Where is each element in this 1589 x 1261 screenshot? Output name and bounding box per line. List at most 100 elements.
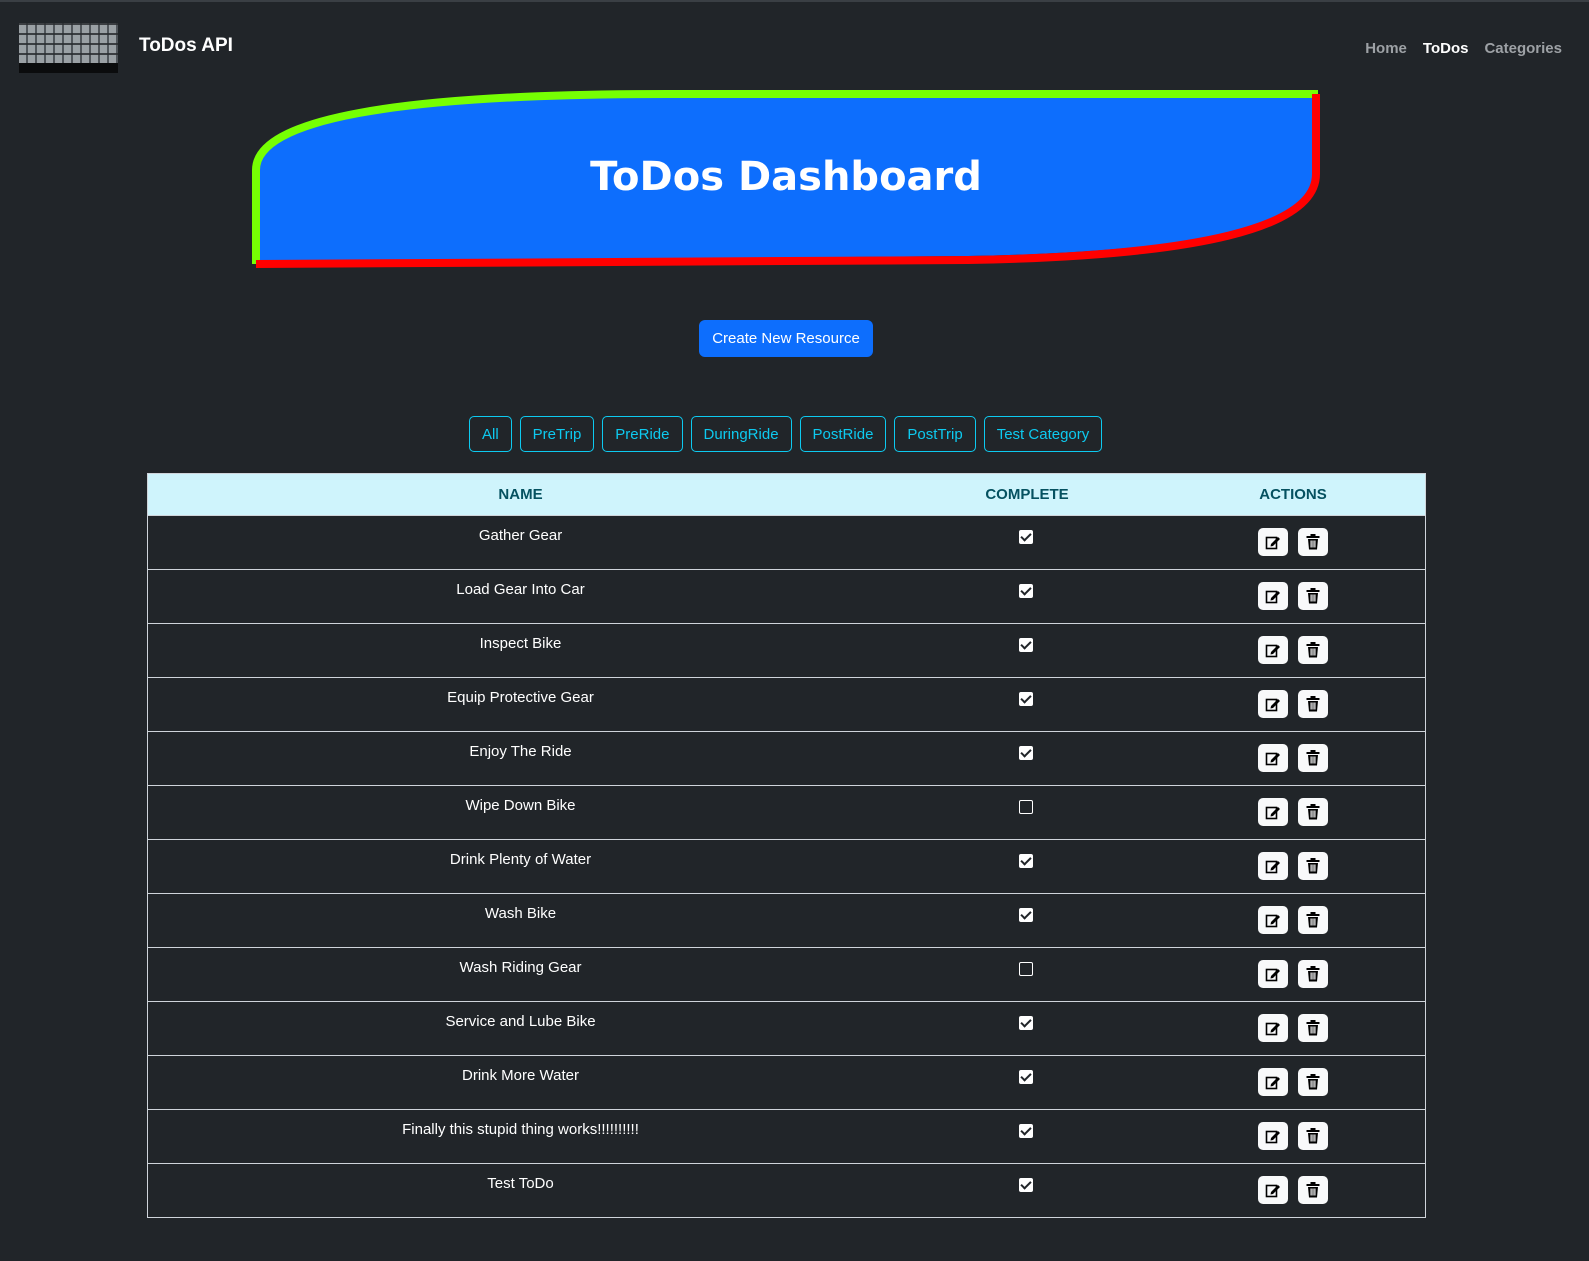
table-row: Inspect Bike — [148, 623, 1425, 677]
trash-icon — [1306, 642, 1320, 658]
edit-button[interactable] — [1258, 906, 1288, 934]
table-body: Gather Gear Load Gear Into Car Inspect Bik… — [148, 515, 1425, 1217]
filter-test-category[interactable]: Test Category — [983, 416, 1103, 452]
complete-checkbox[interactable] — [1019, 908, 1033, 922]
page-title: ToDos Dashboard — [590, 154, 982, 200]
edit-icon — [1265, 966, 1281, 982]
complete-checkbox[interactable] — [1019, 584, 1033, 598]
edit-icon — [1265, 1182, 1281, 1198]
delete-button[interactable] — [1298, 1068, 1328, 1096]
todo-name: Test ToDo — [487, 1175, 554, 1192]
filter-all[interactable]: All — [469, 416, 512, 452]
edit-icon — [1265, 1128, 1281, 1144]
todo-name: Load Gear Into Car — [456, 581, 585, 598]
table-row: Load Gear Into Car — [148, 569, 1425, 623]
filter-pretrip[interactable]: PreTrip — [519, 416, 595, 452]
edit-icon — [1265, 588, 1281, 604]
table-row: Equip Protective Gear — [148, 677, 1425, 731]
nav-home[interactable]: Home — [1365, 40, 1407, 57]
todo-name: Equip Protective Gear — [447, 689, 594, 706]
edit-icon — [1265, 1074, 1281, 1090]
delete-button[interactable] — [1298, 636, 1328, 664]
nav-todos[interactable]: ToDos — [1423, 40, 1469, 57]
trash-icon — [1306, 966, 1320, 982]
filter-preride[interactable]: PreRide — [602, 416, 683, 452]
todo-name: Drink Plenty of Water — [449, 851, 592, 868]
trash-icon — [1306, 696, 1320, 712]
edit-button[interactable] — [1258, 798, 1288, 826]
complete-checkbox[interactable] — [1019, 1124, 1033, 1138]
complete-checkbox[interactable] — [1019, 638, 1033, 652]
table-row: Finally this stupid thing works!!!!!!!!!… — [148, 1109, 1425, 1163]
create-new-resource-button[interactable]: Create New Resource — [699, 320, 873, 357]
table-header: NAME COMPLETE ACTIONS — [148, 474, 1425, 515]
complete-checkbox[interactable] — [1019, 530, 1033, 544]
todo-name: Drink More Water — [462, 1067, 579, 1084]
brand-title[interactable]: ToDos API — [139, 35, 233, 57]
delete-button[interactable] — [1298, 582, 1328, 610]
nav-categories[interactable]: Categories — [1484, 40, 1562, 57]
complete-checkbox[interactable] — [1019, 746, 1033, 760]
trash-icon — [1306, 1020, 1320, 1036]
complete-checkbox[interactable] — [1019, 1178, 1033, 1192]
trash-icon — [1306, 588, 1320, 604]
delete-button[interactable] — [1298, 1176, 1328, 1204]
table-row: Wash Bike — [148, 893, 1425, 947]
edit-button[interactable] — [1258, 528, 1288, 556]
complete-checkbox[interactable] — [1019, 962, 1033, 976]
edit-button[interactable] — [1258, 960, 1288, 988]
keyboard-logo[interactable] — [19, 23, 118, 73]
trash-icon — [1306, 912, 1320, 928]
delete-button[interactable] — [1298, 906, 1328, 934]
complete-checkbox[interactable] — [1019, 800, 1033, 814]
edit-icon — [1265, 534, 1281, 550]
edit-button[interactable] — [1258, 636, 1288, 664]
todo-name: Wash Bike — [484, 905, 557, 922]
edit-icon — [1265, 804, 1281, 820]
edit-button[interactable] — [1258, 1122, 1288, 1150]
trash-icon — [1306, 804, 1320, 820]
todo-name: Wipe Down Bike — [465, 797, 576, 814]
edit-button[interactable] — [1258, 1176, 1288, 1204]
complete-checkbox[interactable] — [1019, 1070, 1033, 1084]
edit-button[interactable] — [1258, 852, 1288, 880]
complete-checkbox[interactable] — [1019, 1016, 1033, 1030]
table-row: Service and Lube Bike — [148, 1001, 1425, 1055]
edit-button[interactable] — [1258, 690, 1288, 718]
edit-button[interactable] — [1258, 1068, 1288, 1096]
edit-button[interactable] — [1258, 582, 1288, 610]
table-row: Test ToDo — [148, 1163, 1425, 1217]
header-complete: COMPLETE — [985, 486, 1069, 503]
delete-button[interactable] — [1298, 528, 1328, 556]
table-row: Wipe Down Bike — [148, 785, 1425, 839]
delete-button[interactable] — [1298, 1014, 1328, 1042]
delete-button[interactable] — [1298, 852, 1328, 880]
filter-posttrip[interactable]: PostTrip — [894, 416, 976, 452]
edit-icon — [1265, 912, 1281, 928]
nav-links: Home ToDos Categories — [1365, 40, 1562, 57]
table-row: Gather Gear — [148, 515, 1425, 569]
trash-icon — [1306, 1128, 1320, 1144]
edit-button[interactable] — [1258, 744, 1288, 772]
delete-button[interactable] — [1298, 798, 1328, 826]
hero-banner: ToDos Dashboard — [248, 90, 1328, 270]
delete-button[interactable] — [1298, 1122, 1328, 1150]
trash-icon — [1306, 750, 1320, 766]
complete-checkbox[interactable] — [1019, 854, 1033, 868]
edit-icon — [1265, 642, 1281, 658]
todo-name: Inspect Bike — [479, 635, 562, 652]
header-actions: ACTIONS — [1259, 486, 1327, 503]
table-row: Wash Riding Gear — [148, 947, 1425, 1001]
edit-icon — [1265, 750, 1281, 766]
delete-button[interactable] — [1298, 744, 1328, 772]
delete-button[interactable] — [1298, 960, 1328, 988]
complete-checkbox[interactable] — [1019, 692, 1033, 706]
edit-button[interactable] — [1258, 1014, 1288, 1042]
todo-name: Wash Riding Gear — [459, 959, 582, 976]
edit-icon — [1265, 858, 1281, 874]
filter-postride[interactable]: PostRide — [799, 416, 887, 452]
delete-button[interactable] — [1298, 690, 1328, 718]
trash-icon — [1306, 1074, 1320, 1090]
header-name: NAME — [498, 486, 543, 503]
filter-duringride[interactable]: DuringRide — [690, 416, 792, 452]
